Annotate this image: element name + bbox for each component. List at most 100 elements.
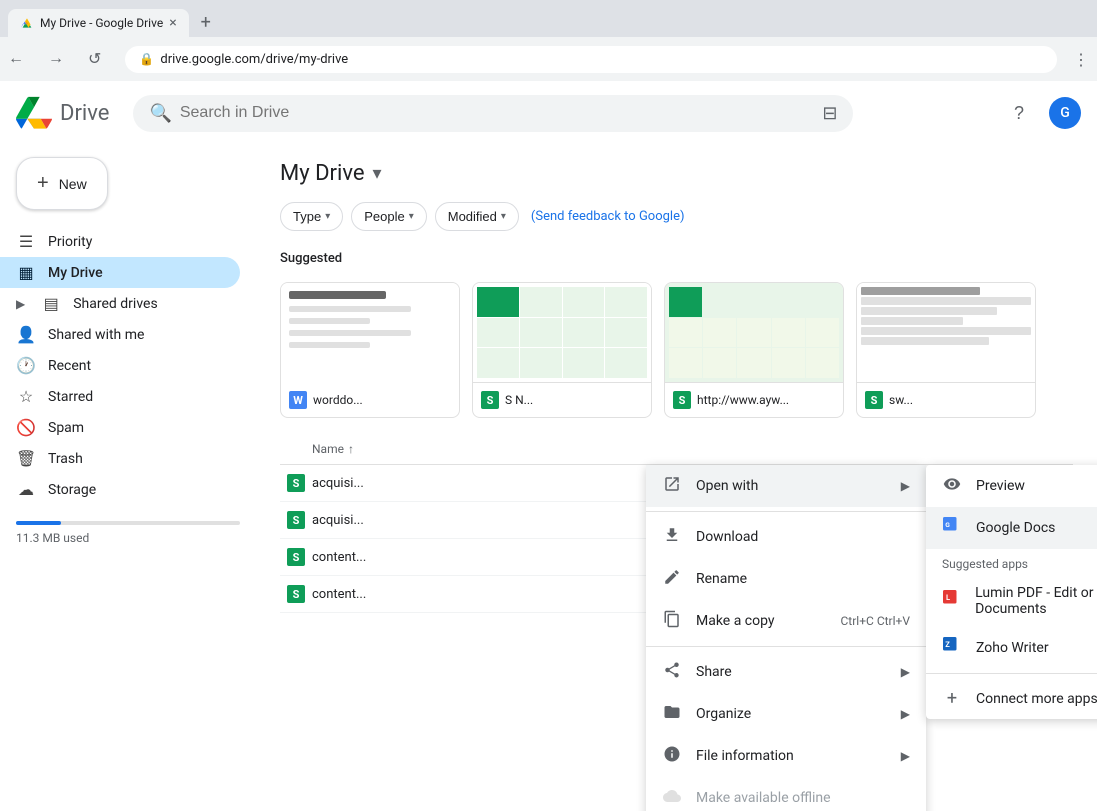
main-content: My Drive ▾ Type ▾ People ▾ Modified ▾ (S… — [256, 145, 1097, 811]
share-label: Share — [696, 664, 732, 680]
submenu-item-preview[interactable]: Preview — [926, 465, 1097, 507]
context-menu-overlay: Open with ▶ Preview G — [256, 145, 1097, 811]
sidebar-item-label: My Drive — [48, 265, 103, 281]
my-drive-icon: ▦ — [16, 263, 36, 282]
make-copy-shortcut: Ctrl+C Ctrl+V — [841, 614, 911, 628]
search-bar: 🔍 ⊟ — [133, 95, 853, 132]
sidebar-item-label: Priority — [48, 234, 92, 250]
header-actions: ? G — [1001, 95, 1081, 131]
make-copy-icon — [662, 610, 682, 632]
menu-item-share[interactable]: Share ▶ — [646, 651, 926, 693]
drive-logo-icon — [16, 95, 52, 131]
tab-close-button[interactable]: × — [169, 15, 176, 31]
new-button[interactable]: + New — [16, 157, 108, 210]
user-avatar[interactable]: G — [1049, 97, 1081, 129]
svg-text:G: G — [945, 521, 950, 529]
shared-drives-icon: ▤ — [41, 294, 61, 313]
storage-icon: ☁ — [16, 480, 36, 499]
file-info-icon — [662, 745, 682, 767]
menu-item-rename[interactable]: Rename — [646, 558, 926, 600]
drive-favicon — [20, 16, 34, 30]
rename-label: Rename — [696, 571, 747, 587]
browser-settings-icon[interactable]: ⋮ — [1073, 50, 1089, 69]
sidebar-item-label: Starred — [48, 389, 93, 405]
sidebar-item-label: Storage — [48, 482, 96, 498]
menu-divider-2 — [646, 646, 926, 647]
offline-icon — [662, 787, 682, 809]
starred-icon: ☆ — [16, 387, 36, 406]
sidebar: + New ☰ Priority ▦ My Drive ▶ ▤ Shared d… — [0, 145, 256, 811]
storage-used-text: 11.3 MB used — [16, 531, 240, 545]
expand-arrow-icon: ▶ — [16, 297, 25, 311]
shared-with-me-icon: 👤 — [16, 325, 36, 344]
menu-item-file-info[interactable]: File information ▶ — [646, 735, 926, 777]
search-tune-icon[interactable]: ⊟ — [822, 103, 837, 124]
file-info-label: File information — [696, 748, 794, 764]
submenu-item-lumin[interactable]: L Lumin PDF - Edit or Sign Documents — [926, 575, 1097, 627]
new-tab-button[interactable]: + — [193, 8, 219, 37]
lumin-icon: L — [942, 590, 961, 612]
sidebar-item-priority[interactable]: ☰ Priority — [0, 226, 240, 257]
submenu-item-zoho[interactable]: Z Zoho Writer — [926, 627, 1097, 669]
recent-icon: 🕐 — [16, 356, 36, 375]
submenu: Preview G Google Docs Suggested apps L — [926, 465, 1097, 719]
sidebar-item-trash[interactable]: 🗑 Trash — [0, 443, 240, 474]
submenu-item-google-docs[interactable]: G Google Docs — [926, 507, 1097, 549]
tab-bar: My Drive - Google Drive × + — [0, 0, 1097, 37]
sidebar-item-starred[interactable]: ☆ Starred — [0, 381, 240, 412]
menu-item-make-copy[interactable]: Make a copy Ctrl+C Ctrl+V — [646, 600, 926, 642]
rename-icon — [662, 568, 682, 590]
forward-button[interactable]: → — [40, 44, 72, 74]
organize-arrow-icon: ▶ — [901, 707, 910, 721]
context-menu: Open with ▶ Preview G — [646, 465, 926, 811]
file-info-arrow-icon: ▶ — [901, 749, 910, 763]
lumin-label: Lumin PDF - Edit or Sign Documents — [975, 585, 1097, 617]
reload-button[interactable]: ↺ — [80, 43, 109, 75]
back-button[interactable]: ← — [0, 44, 32, 74]
sidebar-item-recent[interactable]: 🕐 Recent — [0, 350, 240, 381]
menu-item-organize[interactable]: Organize ▶ — [646, 693, 926, 735]
zoho-label: Zoho Writer — [976, 640, 1049, 656]
connect-apps-label: Connect more apps — [976, 691, 1097, 707]
app-header: Drive 🔍 ⊟ ? G — [0, 81, 1097, 145]
new-plus-icon: + — [37, 172, 49, 195]
sidebar-item-label: Trash — [48, 451, 83, 467]
svg-text:Z: Z — [945, 640, 950, 649]
spam-icon: 🚫 — [16, 418, 36, 437]
suggested-apps-title: Suggested apps — [926, 549, 1097, 575]
menu-item-download[interactable]: Download — [646, 516, 926, 558]
sidebar-item-label: Spam — [48, 420, 84, 436]
priority-icon: ☰ — [16, 232, 36, 251]
google-docs-icon: G — [942, 517, 962, 539]
open-with-label: Open with — [696, 478, 758, 494]
active-tab: My Drive - Google Drive × — [8, 9, 189, 37]
menu-item-open-with[interactable]: Open with ▶ Preview G — [646, 465, 926, 507]
make-copy-label: Make a copy — [696, 613, 775, 629]
header-logo: Drive — [16, 95, 109, 131]
help-button[interactable]: ? — [1001, 95, 1037, 131]
sidebar-item-shared-drives[interactable]: ▶ ▤ Shared drives — [0, 288, 240, 319]
sidebar-item-spam[interactable]: 🚫 Spam — [0, 412, 240, 443]
browser-chrome: My Drive - Google Drive × + ← → ↺ 🔒 driv… — [0, 0, 1097, 81]
sidebar-item-label: Shared with me — [48, 327, 144, 343]
download-icon — [662, 526, 682, 548]
search-input[interactable] — [180, 104, 814, 122]
menu-item-offline: Make available offline — [646, 777, 926, 811]
search-inner: 🔍 ⊟ — [133, 95, 853, 132]
google-docs-label: Google Docs — [976, 520, 1055, 536]
sidebar-item-storage[interactable]: ☁ Storage — [0, 474, 240, 505]
preview-icon — [942, 475, 962, 497]
organize-label: Organize — [696, 706, 751, 722]
organize-icon — [662, 703, 682, 725]
url-text: drive.google.com/drive/my-drive — [160, 52, 348, 67]
tab-title: My Drive - Google Drive — [40, 16, 163, 30]
sidebar-item-shared-with-me[interactable]: 👤 Shared with me — [0, 319, 240, 350]
submenu-item-connect[interactable]: + Connect more apps — [926, 678, 1097, 719]
search-icon: 🔍 — [149, 103, 171, 124]
trash-icon: 🗑 — [16, 449, 36, 468]
url-bar[interactable]: 🔒 drive.google.com/drive/my-drive — [125, 46, 1057, 73]
share-arrow-icon: ▶ — [901, 665, 910, 679]
sidebar-item-label: Shared drives — [73, 296, 157, 312]
sidebar-item-label: Recent — [48, 358, 91, 374]
sidebar-item-my-drive[interactable]: ▦ My Drive — [0, 257, 240, 288]
